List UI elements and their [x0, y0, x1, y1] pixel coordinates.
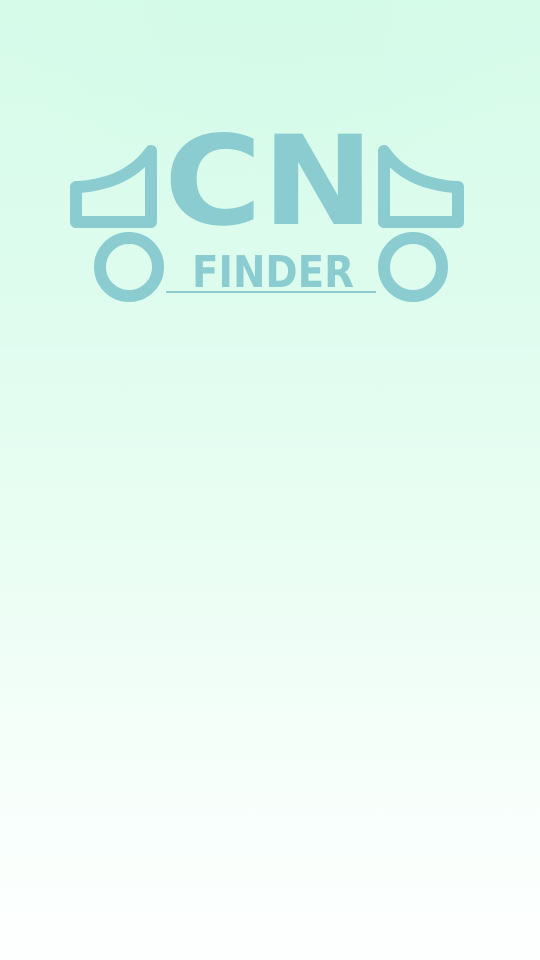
app-logo: CN FINDER	[60, 115, 480, 315]
splash-screen: CN FINDER	[0, 0, 540, 960]
left-wheel-icon	[94, 232, 164, 302]
left-car-fender-icon	[70, 145, 157, 228]
logo-wordmark-sub: FINDER	[192, 247, 354, 298]
right-car-fender-icon	[378, 145, 464, 228]
logo-wordmark-main: CN	[164, 115, 374, 254]
cn-finder-logo-icon: CN FINDER	[70, 115, 464, 302]
right-wheel-icon	[378, 232, 448, 302]
